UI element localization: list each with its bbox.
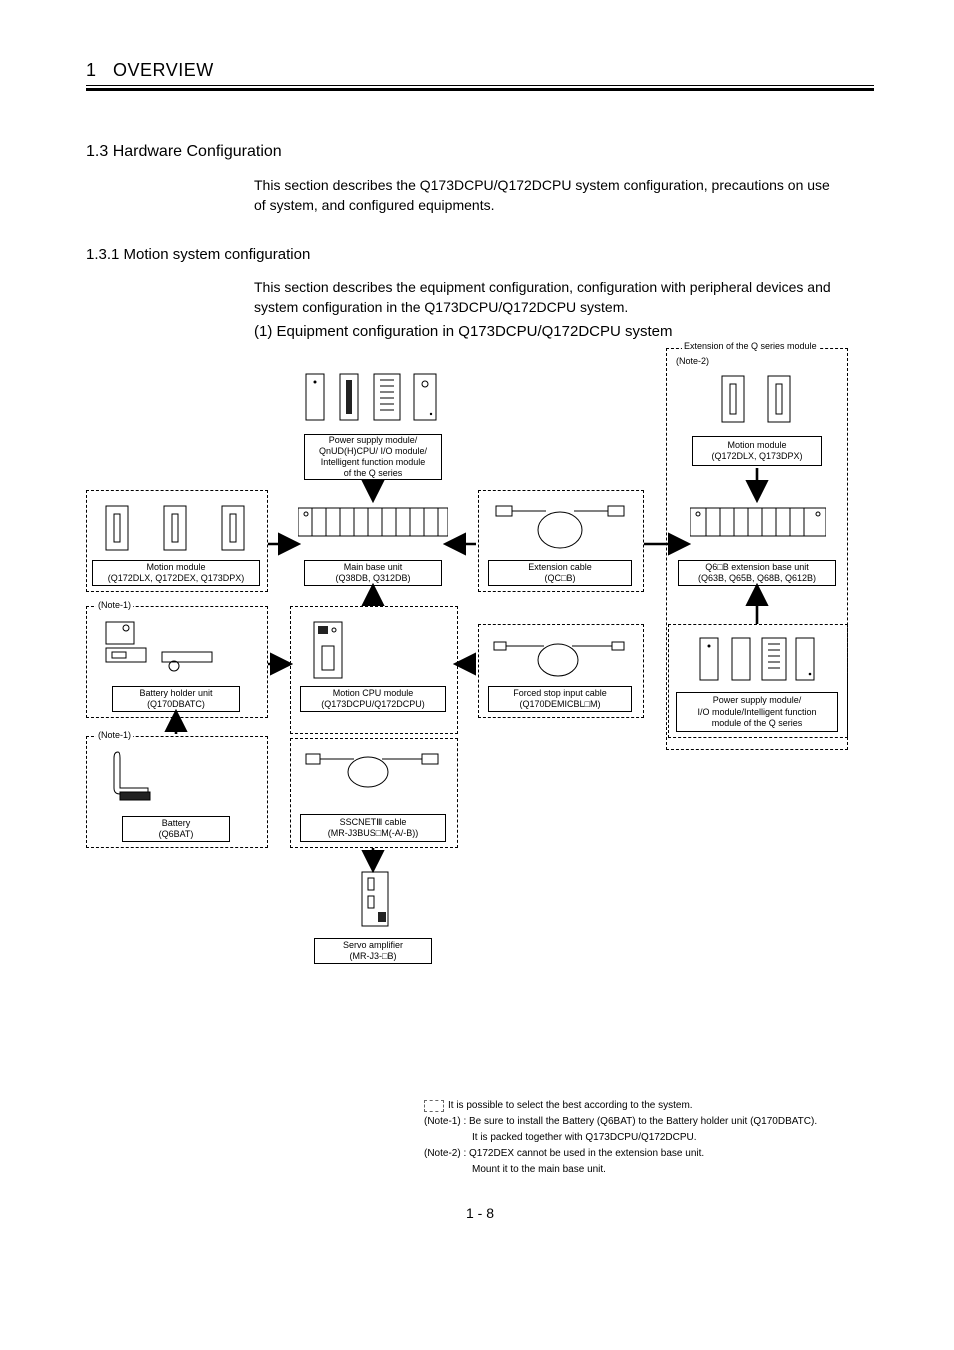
legend-note2b: Mount it to the main base unit. [424,1162,874,1177]
arrows [86,344,866,984]
legend: It is possible to select the best accord… [424,1098,874,1177]
system-diagram: Extension of the Q series module (Note-2… [86,344,874,1084]
rule-thick [86,88,874,91]
chapter-title: OVERVIEW [113,60,214,80]
dashed-swatch [424,1100,444,1112]
section-1-3-1-title: 1.3.1 Motion system configuration [86,246,874,263]
legend-note1b: It is packed together with Q173DCPU/Q172… [424,1130,874,1145]
rule-thin [86,85,874,86]
section-1-3-1-body: This section describes the equipment con… [254,277,844,318]
legend-note1a: (Note-1) : Be sure to install the Batter… [424,1114,874,1129]
legend-note2a: (Note-2) : Q172DEX cannot be used in the… [424,1146,874,1161]
page-number: 1 - 8 [86,1205,874,1221]
chapter-heading: 1 OVERVIEW [86,60,874,81]
section-1-3-body: This section describes the Q173DCPU/Q172… [254,175,844,216]
legend-select: It is possible to select the best accord… [448,1100,693,1111]
chapter-num: 1 [86,60,97,80]
section-1-3-title: 1.3 Hardware Configuration [86,143,874,161]
equipment-config-title: (1) Equipment configuration in Q173DCPU/… [254,323,874,340]
